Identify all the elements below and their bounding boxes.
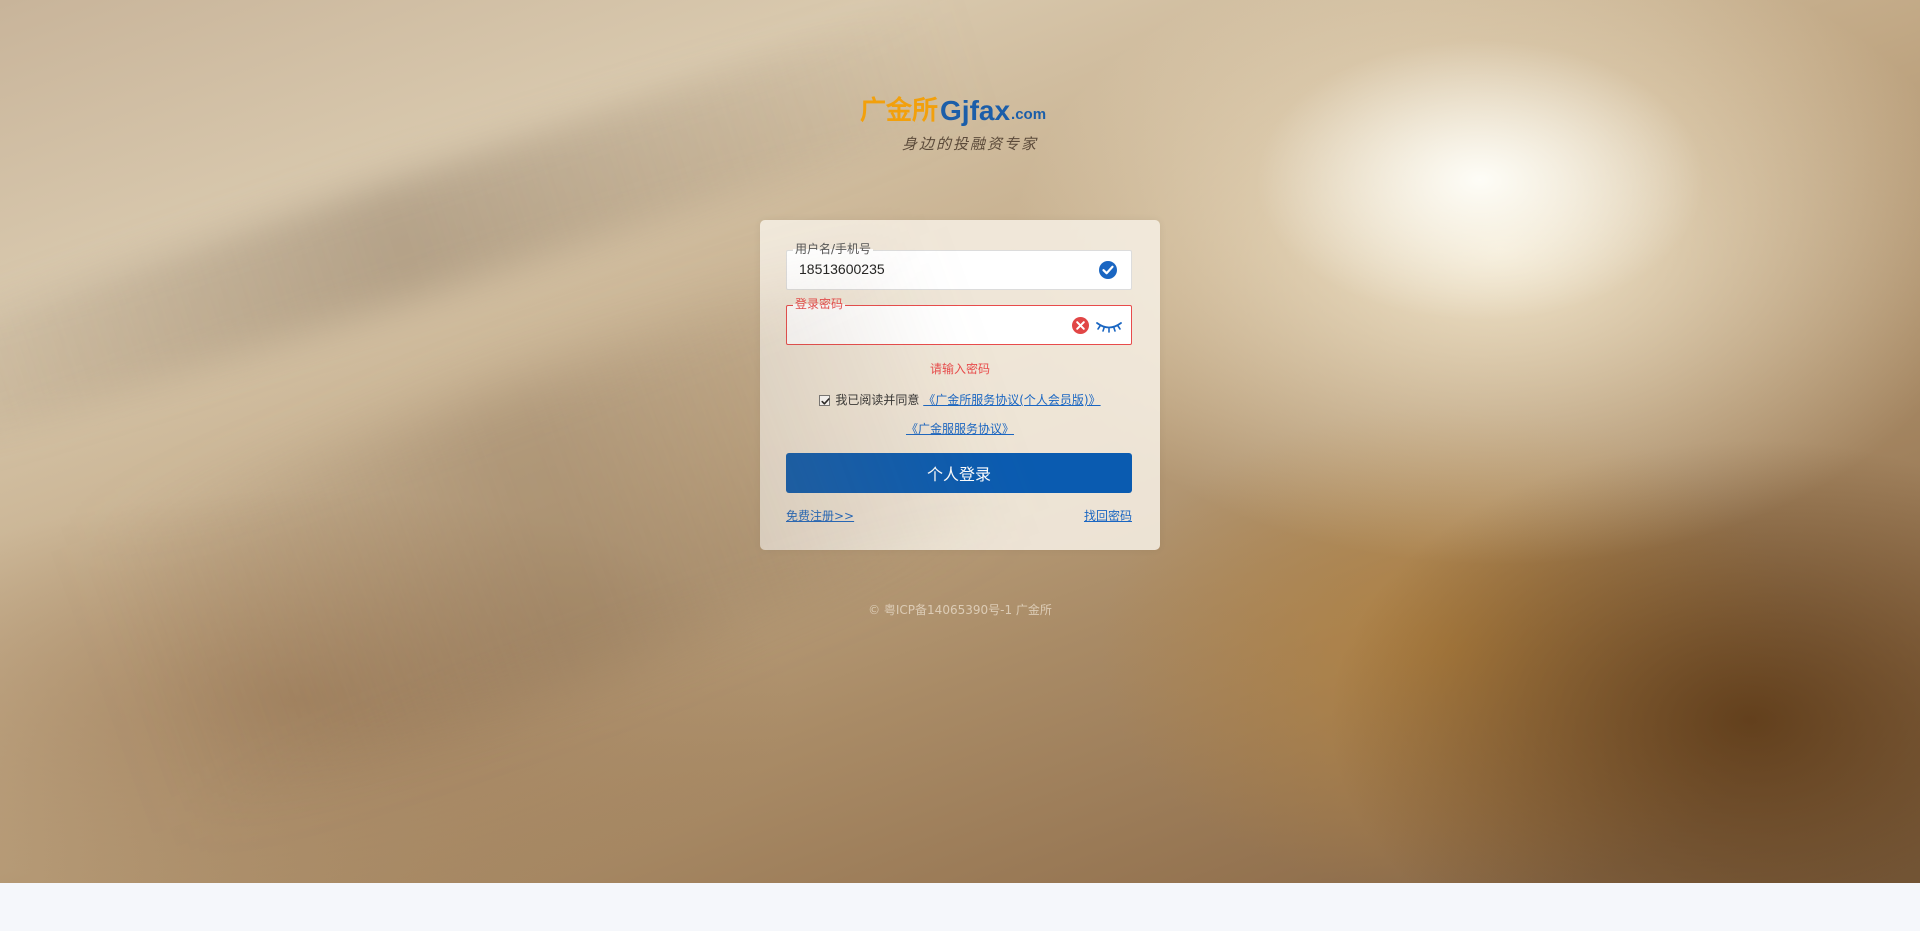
check-circle-icon	[1099, 261, 1117, 279]
forgot-password-link[interactable]: 找回密码	[1084, 507, 1132, 524]
agreement-checkbox[interactable]	[819, 395, 831, 406]
password-error-message: 请输入密码	[929, 362, 990, 376]
register-link[interactable]: 免费注册>>	[786, 507, 854, 524]
gjfax-logo: 广金所 Gjfax .com	[860, 92, 1060, 127]
password-label: 登录密码	[793, 297, 846, 311]
logo-cn-text: 广金所	[860, 96, 939, 126]
slogan: 身边的投融资专家	[901, 135, 1038, 153]
agreement-prefix: 我已阅读并同意	[835, 393, 920, 407]
password-field[interactable]: 登录密码	[786, 297, 1132, 345]
username-field[interactable]: 用户名/手机号 18513600235	[786, 242, 1132, 290]
bottom-strip	[0, 883, 1920, 931]
gjf-service-agreement-link[interactable]: 《广金服服务协议》	[906, 422, 1014, 436]
username-label: 用户名/手机号	[793, 242, 874, 256]
login-card: 用户名/手机号 18513600235 登录密码 请输入密码 我已阅读并同意 《…	[760, 220, 1160, 550]
eye-closed-icon[interactable]	[1095, 316, 1123, 336]
agreement-row-2: 《广金服服务协议》	[760, 420, 1160, 437]
logo-suffix-text: .com	[1011, 106, 1047, 123]
username-input[interactable]: 18513600235	[799, 261, 885, 277]
agreement-row: 我已阅读并同意 《广金所服务协议(个人会员版)》	[760, 392, 1160, 408]
footer-icp: © 粤ICP备14065390号-1 广金所	[868, 603, 1052, 617]
personal-login-button[interactable]: 个人登录	[786, 453, 1132, 493]
clear-circle-icon[interactable]	[1072, 317, 1089, 334]
logo-en-text: Gjfax	[940, 95, 1011, 126]
service-agreement-link[interactable]: 《广金所服务协议(个人会员版)》	[923, 393, 1100, 407]
background-stage: 广金所 Gjfax .com 身边的投融资专家 用户名/手机号 18513600…	[0, 0, 1920, 883]
